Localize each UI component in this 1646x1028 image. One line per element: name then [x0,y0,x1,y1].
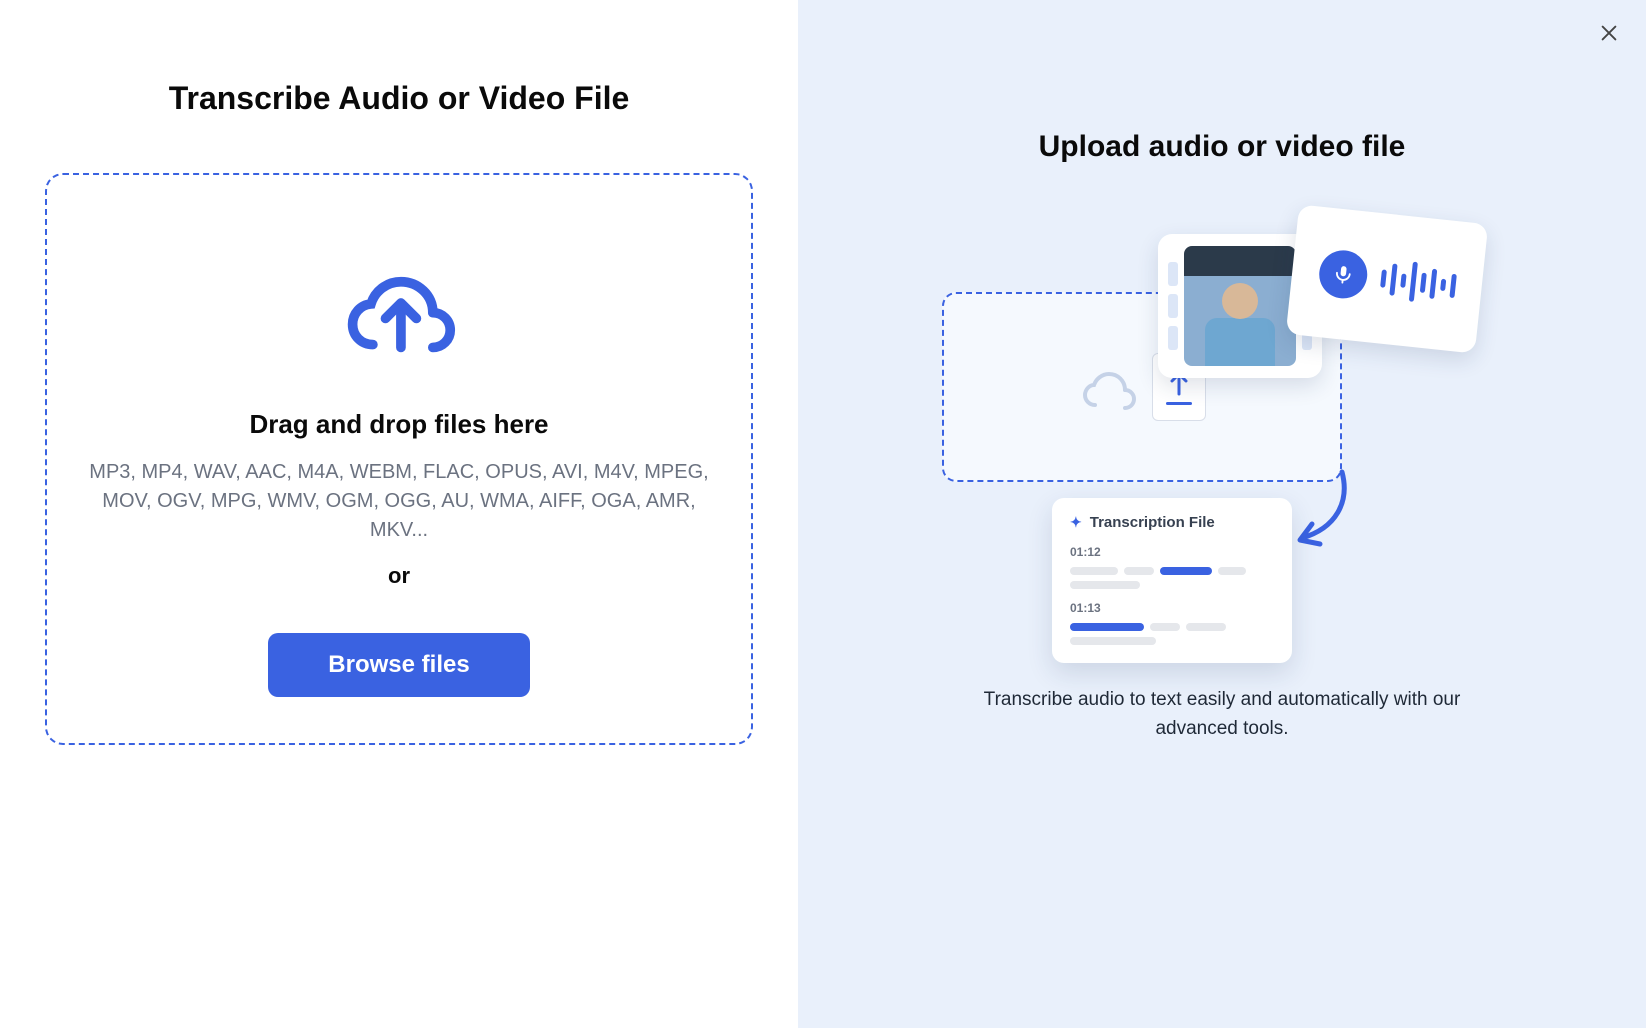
or-separator: or [388,563,410,589]
file-dropzone[interactable]: Drag and drop files here MP3, MP4, WAV, … [45,173,753,745]
waveform-icon [1378,258,1457,306]
right-panel-title: Upload audio or video file [1039,130,1406,164]
browse-files-button[interactable]: Browse files [268,633,529,697]
upload-illustration: ✦ Transcription File 01:12 01:13 [942,234,1502,674]
timestamp-2: 01:13 [1070,601,1101,615]
timestamp-1: 01:12 [1070,545,1101,559]
supported-formats: MP3, MP4, WAV, AAC, M4A, WEBM, FLAC, OPU… [89,458,709,545]
close-icon [1598,22,1620,44]
dropzone-heading: Drag and drop files here [249,409,548,440]
sparkle-icon: ✦ [1070,514,1082,531]
transcription-card-title: Transcription File [1090,514,1215,531]
arrow-curve-icon [1292,468,1352,558]
page-title: Transcribe Audio or Video File [169,80,630,117]
transcription-file-card: ✦ Transcription File 01:12 01:13 [1052,498,1292,663]
cloud-icon [1078,360,1138,414]
close-button[interactable] [1594,18,1624,51]
left-panel: Transcribe Audio or Video File Drag and … [0,0,798,1028]
right-panel-description: Transcribe audio to text easily and auto… [952,686,1492,743]
video-thumbnail [1184,246,1296,366]
audio-waveform-card [1286,204,1489,353]
cloud-upload-icon [341,253,457,353]
microphone-icon [1316,248,1369,301]
right-panel: Upload audio or video file [798,0,1646,1028]
